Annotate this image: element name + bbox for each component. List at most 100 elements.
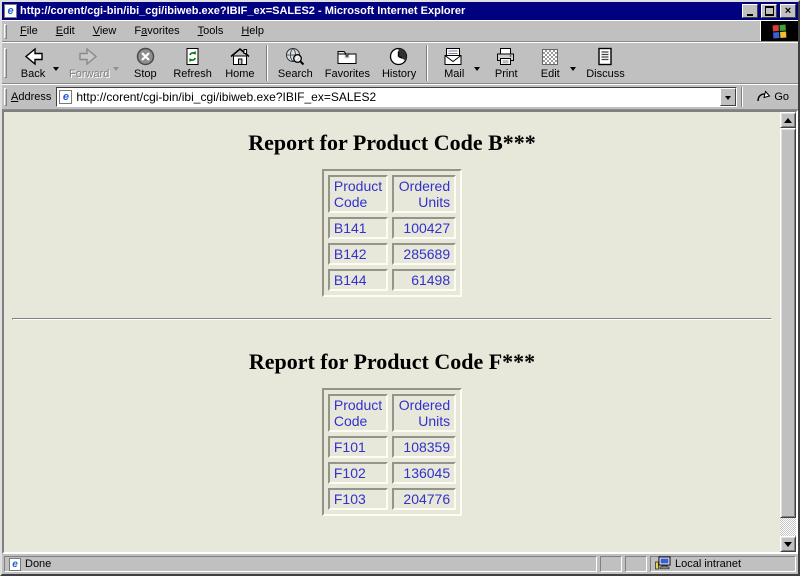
table-row: B142 285689 xyxy=(328,243,456,265)
windows-logo-icon xyxy=(773,24,787,38)
address-dropdown-button[interactable] xyxy=(720,88,736,106)
scrollbar-track[interactable] xyxy=(780,518,796,536)
print-button[interactable]: Print xyxy=(484,44,528,82)
status-text: Done xyxy=(25,558,51,570)
browser-viewport: Report for Product Code B*** Product Cod… xyxy=(2,110,798,554)
back-button[interactable]: Back xyxy=(11,44,55,82)
minimize-button[interactable] xyxy=(742,4,758,18)
menubar-grip[interactable] xyxy=(4,24,7,39)
back-dropdown-arrow[interactable] xyxy=(53,67,59,74)
go-arrow-icon xyxy=(756,89,771,106)
forward-dropdown-arrow[interactable] xyxy=(113,67,119,74)
toolbar-separator xyxy=(741,87,743,107)
go-button[interactable]: Go xyxy=(751,87,796,108)
addressbar-grip[interactable] xyxy=(4,88,7,106)
mail-icon xyxy=(443,46,465,67)
toolbar: Back Forward Stop Refresh Home xyxy=(2,42,798,84)
table-header-row: Product Code Ordered Units xyxy=(328,394,456,432)
print-icon xyxy=(495,46,517,67)
discuss-button[interactable]: Discuss xyxy=(580,44,631,82)
web-page: Report for Product Code B*** Product Cod… xyxy=(4,112,780,552)
table-row: B144 61498 xyxy=(328,269,456,291)
menu-edit[interactable]: Edit xyxy=(47,22,84,40)
mail-dropdown-arrow[interactable] xyxy=(474,67,480,74)
column-header-product-code: Product Code xyxy=(328,394,388,432)
scroll-up-button[interactable] xyxy=(780,112,796,128)
column-header-ordered-units: Ordered Units xyxy=(392,394,456,432)
edit-icon xyxy=(542,46,558,67)
cell-product-code: F103 xyxy=(328,488,388,510)
search-button[interactable]: Search xyxy=(272,44,319,82)
scroll-down-button[interactable] xyxy=(780,536,796,552)
security-zone-text: Local intranet xyxy=(675,558,741,570)
cell-product-code: F102 xyxy=(328,462,388,484)
titlebar: e http://corent/cgi-bin/ibi_cgi/ibiweb.e… xyxy=(2,2,798,20)
restore-button[interactable] xyxy=(761,4,777,18)
cell-ordered-units: 136045 xyxy=(392,462,456,484)
report-title-f: Report for Product Code F*** xyxy=(4,349,780,375)
menu-tools[interactable]: Tools xyxy=(189,22,233,40)
table-row: F103 204776 xyxy=(328,488,456,510)
toolbar-separator xyxy=(426,45,428,81)
forward-button[interactable]: Forward xyxy=(63,44,115,82)
horizontal-rule xyxy=(12,318,772,320)
intranet-icon xyxy=(655,556,671,573)
vertical-scrollbar[interactable] xyxy=(780,112,796,552)
menu-view[interactable]: View xyxy=(84,22,126,40)
history-button[interactable]: History xyxy=(376,44,422,82)
window-icon: e xyxy=(4,4,17,18)
menu-file[interactable]: File xyxy=(11,22,47,40)
address-bar: Address e Go xyxy=(2,84,798,110)
cell-ordered-units: 61498 xyxy=(392,269,456,291)
search-icon xyxy=(284,46,306,67)
close-icon: × xyxy=(785,6,791,17)
edit-dropdown-arrow[interactable] xyxy=(570,67,576,74)
scroll-up-icon xyxy=(784,114,792,123)
cell-ordered-units: 285689 xyxy=(392,243,456,265)
minimize-icon xyxy=(747,14,753,16)
security-zone-pane: Local intranet xyxy=(650,556,796,572)
stop-icon xyxy=(135,46,156,67)
table-row: B141 100427 xyxy=(328,217,456,239)
cell-product-code: B144 xyxy=(328,269,388,291)
svg-text:*: * xyxy=(345,52,351,65)
discuss-icon xyxy=(594,46,616,67)
menu-bar: File Edit View Favorites Tools Help xyxy=(2,20,798,42)
edit-button[interactable]: Edit xyxy=(528,44,572,82)
forward-icon xyxy=(78,46,100,67)
status-pane-empty xyxy=(625,556,647,572)
status-pane-empty xyxy=(600,556,622,572)
menu-favorites[interactable]: Favorites xyxy=(125,22,188,40)
status-pane: e Done xyxy=(4,556,597,572)
status-bar: e Done Local intranet xyxy=(2,554,798,574)
favorites-button[interactable]: * Favorites xyxy=(319,44,376,82)
menu-help[interactable]: Help xyxy=(232,22,273,40)
table-row: F101 108359 xyxy=(328,436,456,458)
stop-button[interactable]: Stop xyxy=(123,44,167,82)
page-icon: e xyxy=(59,90,72,104)
cell-ordered-units: 204776 xyxy=(392,488,456,510)
home-button[interactable]: Home xyxy=(218,44,262,82)
toolbar-separator xyxy=(266,45,268,81)
history-icon xyxy=(388,46,410,67)
favorites-icon: * xyxy=(336,46,358,67)
scrollbar-thumb[interactable] xyxy=(780,128,796,518)
cell-ordered-units: 108359 xyxy=(392,436,456,458)
toolbar-grip[interactable] xyxy=(4,48,7,78)
window-title: http://corent/cgi-bin/ibi_cgi/ibiweb.exe… xyxy=(20,5,739,17)
address-label: Address xyxy=(11,91,51,103)
close-button[interactable]: × xyxy=(780,4,796,18)
refresh-icon xyxy=(182,46,203,67)
scroll-down-icon xyxy=(784,542,792,551)
address-input[interactable] xyxy=(76,89,720,105)
back-icon xyxy=(22,46,44,67)
refresh-button[interactable]: Refresh xyxy=(167,44,218,82)
address-field: e xyxy=(56,87,737,107)
chevron-down-icon xyxy=(725,96,731,103)
cell-product-code: F101 xyxy=(328,436,388,458)
table-header-row: Product Code Ordered Units xyxy=(328,175,456,213)
mail-button[interactable]: Mail xyxy=(432,44,476,82)
report-table-f: Product Code Ordered Units F101 108359 F… xyxy=(322,388,462,516)
column-header-ordered-units: Ordered Units xyxy=(392,175,456,213)
browser-window: e http://corent/cgi-bin/ibi_cgi/ibiweb.e… xyxy=(0,0,800,576)
